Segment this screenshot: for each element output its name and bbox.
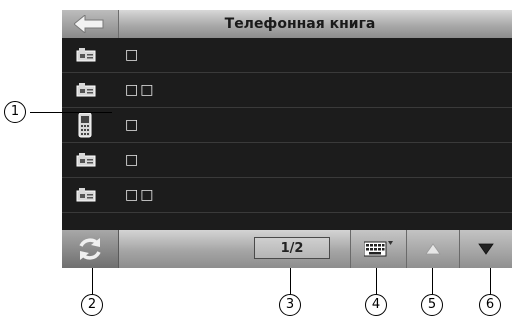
contact-row[interactable]: □	[62, 143, 512, 178]
arrow-up-icon	[425, 243, 441, 255]
contact-list[interactable]: □ □□ □ □ □□	[62, 38, 512, 213]
refresh-icon	[79, 238, 101, 260]
card-icon	[76, 187, 96, 206]
card-icon	[76, 47, 96, 66]
callout-line	[490, 268, 491, 294]
callout-5: 5	[421, 294, 443, 316]
contact-name: □□	[125, 82, 156, 98]
scroll-up-button[interactable]	[407, 230, 460, 268]
callout-line	[92, 268, 93, 294]
contact-row[interactable]: □□	[62, 178, 512, 213]
back-button[interactable]	[62, 10, 119, 38]
title-bar: Телефонная книга	[62, 10, 512, 38]
callout-2: 2	[81, 294, 103, 316]
callout-4: 4	[365, 294, 387, 316]
phone-icon	[78, 112, 92, 142]
callout-3: 3	[279, 294, 301, 316]
back-arrow-icon	[74, 15, 104, 33]
card-icon	[76, 82, 96, 101]
phonebook-screen: Телефонная книга □ □□ □ □ □□ 1/2	[62, 10, 512, 268]
keyboard-button[interactable]	[350, 230, 407, 268]
contact-name: □	[125, 117, 141, 133]
contact-row[interactable]: □	[62, 108, 512, 143]
callout-line	[376, 268, 377, 294]
callout-line	[432, 268, 433, 294]
callout-line	[290, 268, 291, 294]
scroll-down-button[interactable]	[460, 230, 512, 268]
page-title: Телефонная книга	[224, 16, 376, 32]
contact-name: □	[125, 47, 141, 63]
callout-6: 6	[479, 294, 501, 316]
contact-name: □	[125, 152, 141, 168]
page-indicator: 1/2	[254, 237, 330, 259]
keyboard-icon	[364, 241, 393, 257]
contact-name: □□	[125, 187, 156, 203]
callout-line	[30, 112, 112, 113]
arrow-down-icon	[478, 243, 494, 255]
contact-row[interactable]: □□	[62, 73, 512, 108]
callout-1: 1	[4, 101, 26, 123]
contact-row[interactable]: □	[62, 38, 512, 73]
card-icon	[76, 152, 96, 171]
refresh-button[interactable]	[62, 230, 119, 268]
bottom-toolbar: 1/2	[62, 230, 512, 268]
